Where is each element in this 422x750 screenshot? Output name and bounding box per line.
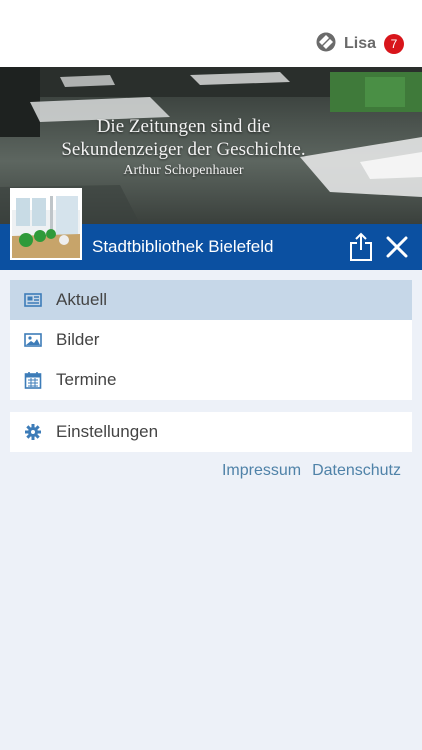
menu-item-aktuell[interactable]: Aktuell xyxy=(10,280,412,320)
top-bar: Lisa 7 xyxy=(0,0,422,67)
user-account[interactable]: Lisa 7 xyxy=(316,32,404,56)
notification-badge[interactable]: 7 xyxy=(384,34,404,54)
menu-label-termine: Termine xyxy=(56,370,117,389)
footer-links: Impressum Datenschutz xyxy=(222,462,401,480)
app-logo-icon xyxy=(316,32,336,57)
menu-item-bilder[interactable]: Bilder xyxy=(10,320,412,360)
quote-line-1: Die Zeitungen sind die xyxy=(96,116,271,137)
menu-label-aktuell: Aktuell xyxy=(56,290,108,309)
newspaper-icon xyxy=(24,291,42,309)
gear-icon xyxy=(24,423,42,441)
library-name: Stadtbibliothek Bielefeld xyxy=(92,237,274,256)
menu-label-bilder: Bilder xyxy=(56,330,100,349)
menu-item-einstellungen[interactable]: Einstellungen xyxy=(10,412,412,452)
close-button[interactable] xyxy=(384,234,410,260)
quote-line-2: Sekundenzeiger der Geschichte. xyxy=(61,139,306,160)
menu-item-termine[interactable]: Termine xyxy=(10,360,412,400)
menu-label-einstellungen: Einstellungen xyxy=(56,422,159,441)
impressum-link[interactable]: Impressum xyxy=(222,462,301,480)
hero-quote: Die Zeitungen sind die Sekundenzeiger de… xyxy=(0,115,367,181)
main-menu: Aktuell Bilder Termine xyxy=(10,280,412,400)
user-name: Lisa xyxy=(343,35,376,52)
quote-author: Arthur Schopenhauer xyxy=(123,163,244,178)
library-thumbnail xyxy=(10,188,82,260)
share-icon xyxy=(350,232,372,261)
settings-menu: Einstellungen xyxy=(10,412,412,452)
datenschutz-link[interactable]: Datenschutz xyxy=(312,462,401,480)
close-icon xyxy=(386,236,408,258)
image-icon xyxy=(24,331,42,349)
calendar-icon xyxy=(24,371,42,389)
share-button[interactable] xyxy=(348,232,374,262)
